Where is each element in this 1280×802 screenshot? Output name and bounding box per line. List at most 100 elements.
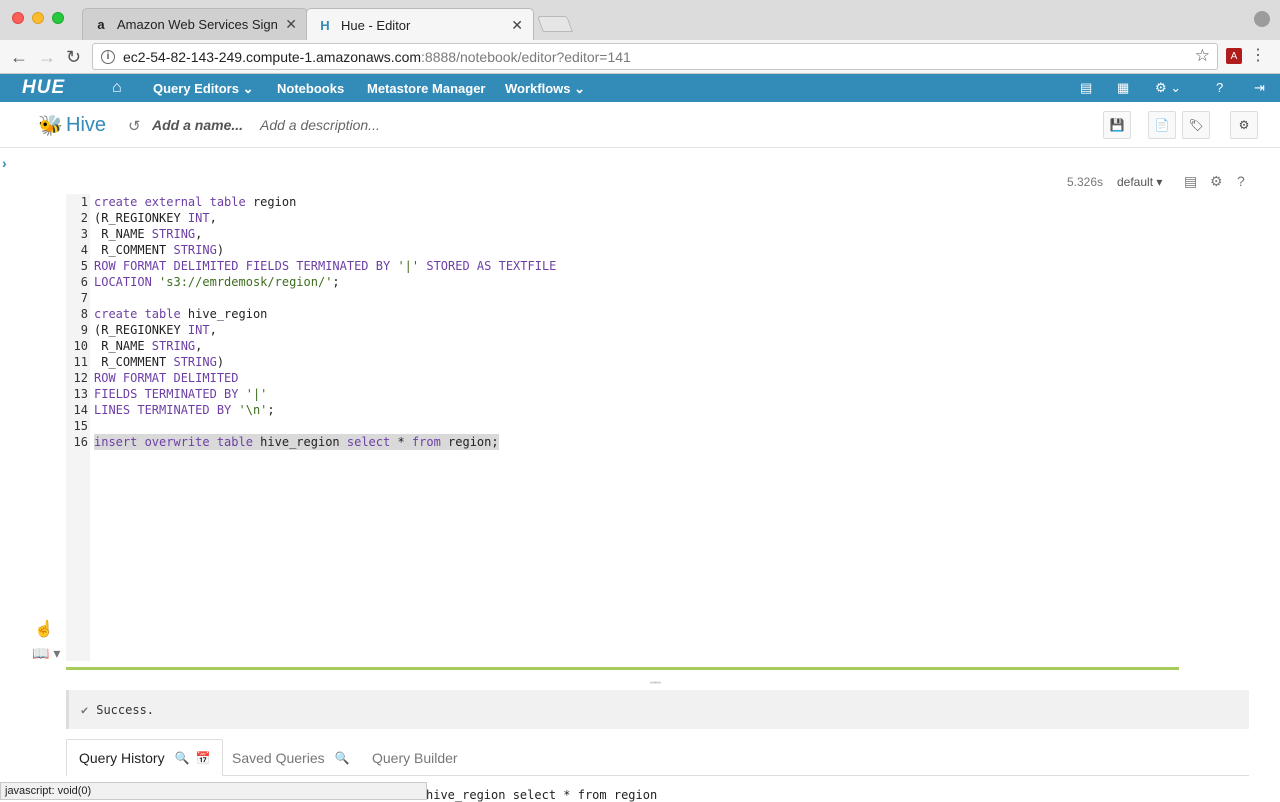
pdf-extension-icon[interactable]: A [1226,48,1242,64]
code-line[interactable]: 12 ROW FORMAT DELIMITED [66,370,1246,386]
code-token: select [346,435,398,449]
search-icon[interactable]: 🔍 [335,751,350,765]
code-line[interactable]: 3 R_NAME STRING, [66,226,1246,242]
logout-icon[interactable]: ⇥ [1254,80,1265,96]
info-icon[interactable]: i [101,49,115,64]
code-line[interactable]: 15 [66,418,1246,434]
tab-title: Amazon Web Services Sign In [117,17,282,32]
line-number: 14 [73,403,88,417]
settings-button[interactable]: ⚙ [1230,111,1258,139]
code-line[interactable]: 7 [66,290,1246,306]
history-icon[interactable]: ↺ [128,117,141,135]
profile-icon[interactable] [1254,11,1270,27]
admin-gears-icon[interactable]: ⚙ ⌄ [1155,80,1181,96]
home-icon[interactable]: ⌂ [112,79,122,97]
code-line[interactable]: 14 LINES TERMINATED BY '\n'; [66,402,1246,418]
tab-saved-queries[interactable]: Saved Queries 🔍 [220,739,362,776]
snippet-settings-icon[interactable]: ⚙ [1210,173,1223,190]
help-icon[interactable]: ? [1237,173,1245,189]
hive-logo-icon: 🐝 [38,115,63,137]
code-token: STRING [173,355,217,369]
tab-query-builder[interactable]: Query Builder [360,739,470,776]
back-arrow-icon[interactable]: ← [10,47,28,68]
query-name-field[interactable]: Add a name... [152,117,243,133]
code-editor[interactable]: 1 create external table region 2 (R_REGIONK… [66,194,1246,450]
search-icon[interactable]: 🔍 [175,751,190,765]
browser-tab-hue[interactable]: H Hue - Editor ✕ [306,8,534,41]
browser-toolbar: ← → ↻ i ec2-54-82-143-249.compute-1.amaz… [0,40,1280,74]
hue-navbar: HUE ⌂ Query Editors ⌄ Notebooks Metastor… [0,74,1280,102]
forward-arrow-icon[interactable]: → [38,47,56,68]
code-line[interactable]: 6 LOCATION 's3://emrdemosk/region/'; [66,274,1246,290]
browser-menu-icon[interactable]: ⋮ [1250,45,1266,65]
code-token: ROW FORMAT DELIMITED [94,371,239,385]
code-line[interactable]: 8 create table hive_region [66,306,1246,322]
code-token: R_COMMENT [94,243,174,257]
table-icon[interactable]: ▦ [1117,80,1129,96]
new-document-button[interactable]: 📄 [1148,111,1176,139]
cursor-hand-icon: ☝ [34,621,54,638]
code-token: R_NAME [94,339,152,353]
code-line[interactable]: 2 (R_REGIONKEY INT, [66,210,1246,226]
code-line[interactable]: 1 create external table region [66,194,1246,210]
code-line[interactable]: 11 R_COMMENT STRING) [66,354,1246,370]
new-tab-button[interactable] [537,16,573,32]
window-minimize-button[interactable] [32,12,44,24]
file-icon[interactable]: ▤ [1080,80,1092,96]
reload-icon[interactable]: ↻ [66,47,81,68]
nav-metastore-manager[interactable]: Metastore Manager [367,81,485,96]
code-token: LOCATION [94,275,160,289]
document-icon[interactable]: ▤ [1184,173,1197,190]
url-path: :8888/notebook/editor?editor=141 [421,48,631,65]
bookmark-star-icon[interactable]: ☆ [1195,46,1210,66]
close-tab-icon[interactable]: ✕ [285,16,297,33]
success-text: Success. [96,702,155,717]
url-host: ec2-54-82-143-249.compute-1.amazonaws.co… [123,48,422,65]
code-line[interactable]: 10 R_NAME STRING, [66,338,1246,354]
resize-handle[interactable]: ┅┅ [650,678,661,689]
sidebar-toggle-icon[interactable]: › [2,155,7,171]
book-icon[interactable]: 📖 ▾ [32,645,60,662]
save-button[interactable]: 💾 [1103,111,1131,139]
execution-time: 5.326s [1067,175,1104,189]
close-tab-icon[interactable]: ✕ [511,17,523,34]
code-token: , [195,339,203,353]
browser-status-bar: javascript: void(0) [0,782,427,800]
line-number: 3 [80,227,88,241]
calendar-icon[interactable]: 📅 [196,751,211,765]
window-close-button[interactable] [12,12,24,24]
code-token: INT [187,323,210,337]
query-description-field[interactable]: Add a description... [260,117,380,133]
code-token: ; [267,403,275,417]
code-token: STORED AS TEXTFILE [419,259,557,273]
code-text: LINES TERMINATED BY '\n'; [94,402,275,418]
window-zoom-button[interactable] [52,12,64,24]
line-number: 2 [80,211,88,225]
code-line[interactable]: 13 FIELDS TERMINATED BY '|' [66,386,1246,402]
code-token: R_NAME [94,227,152,241]
nav-notebooks[interactable]: Notebooks [277,81,344,96]
database-selector[interactable]: default ▾ [1117,175,1162,189]
code-line[interactable]: 4 R_COMMENT STRING) [66,242,1246,258]
tab-query-history[interactable]: Query History 🔍 📅 [66,739,224,776]
code-text: (R_REGIONKEY INT, [94,210,217,226]
code-line[interactable]: 5 ROW FORMAT DELIMITED FIELDS TERMINATED … [66,258,1246,274]
address-bar[interactable]: i ec2-54-82-143-249.compute-1.amazonaws.… [92,43,1218,70]
code-line[interactable]: 9 (R_REGIONKEY INT, [66,322,1246,338]
help-icon[interactable]: ? [1216,80,1223,95]
browser-tab-aws[interactable]: a Amazon Web Services Sign In ✕ [82,8,308,40]
code-token: '|' [397,259,420,273]
line-number: 5 [80,259,88,273]
nav-workflows[interactable]: Workflows ⌄ [505,81,585,97]
code-text: (R_REGIONKEY INT, [94,322,217,338]
code-token: R_COMMENT [94,355,174,369]
line-number: 4 [80,243,88,257]
hue-logo[interactable]: HUE [22,77,65,99]
tags-button[interactable]: 🏷 [1182,111,1210,139]
line-number: 9 [80,323,88,337]
code-text: FIELDS TERMINATED BY '|' [94,386,267,402]
code-line[interactable]: 16 insert overwrite table hive_region sel… [66,434,1246,450]
nav-query-editors[interactable]: Query Editors ⌄ [153,81,253,97]
code-text: create external table region [94,194,296,210]
code-token: insert overwrite table [94,435,261,449]
